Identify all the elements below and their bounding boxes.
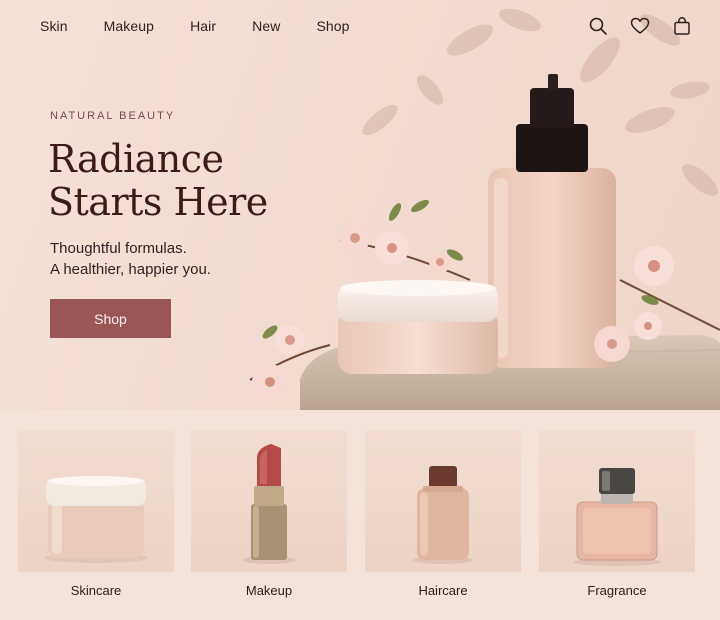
nav-item-skin[interactable]: Skin: [40, 18, 68, 34]
main-nav: Skin Makeup Hair New Shop: [40, 18, 350, 34]
hero-eyebrow: NATURAL BEAUTY: [50, 110, 176, 122]
fragrance-bottle-image: [573, 468, 661, 566]
heart-icon[interactable]: [630, 16, 650, 36]
search-icon[interactable]: [588, 16, 608, 36]
category-label-skincare[interactable]: Skincare: [18, 583, 174, 598]
category-label-makeup[interactable]: Makeup: [191, 583, 347, 598]
category-card-makeup[interactable]: [191, 430, 347, 572]
header-actions: [588, 16, 692, 36]
headline-line-1: Radiance: [48, 137, 224, 181]
haircare-bottle-image: [413, 466, 473, 564]
category-card-haircare[interactable]: [365, 430, 521, 572]
bag-icon[interactable]: [672, 16, 692, 36]
hero-shop-button[interactable]: Shop: [50, 299, 171, 338]
category-strip: Skincare Makeup Haircare Fragrance: [0, 410, 720, 620]
subline-line-1: Thoughtful formulas.: [50, 240, 187, 257]
nav-item-hair[interactable]: Hair: [190, 18, 216, 34]
category-label-fragrance[interactable]: Fragrance: [539, 583, 695, 598]
hero-headline: Radiance Starts Here: [48, 138, 348, 224]
hero-subline: Thoughtful formulas. A healthier, happie…: [50, 238, 310, 280]
nav-item-makeup[interactable]: Makeup: [104, 18, 154, 34]
nav-item-shop[interactable]: Shop: [316, 18, 349, 34]
category-card-fragrance[interactable]: [539, 430, 695, 572]
skincare-jar-image: [44, 476, 148, 563]
nav-item-new[interactable]: New: [252, 18, 280, 34]
subline-line-2: A healthier, happier you.: [50, 261, 211, 278]
category-card-skincare[interactable]: [18, 430, 174, 572]
hero-banner: Skin Makeup Hair New Shop NATURAL BEAUTY…: [0, 0, 720, 410]
category-label-haircare[interactable]: Haircare: [365, 583, 521, 598]
lipstick-image: [243, 444, 295, 564]
headline-line-2: Starts Here: [48, 180, 268, 224]
